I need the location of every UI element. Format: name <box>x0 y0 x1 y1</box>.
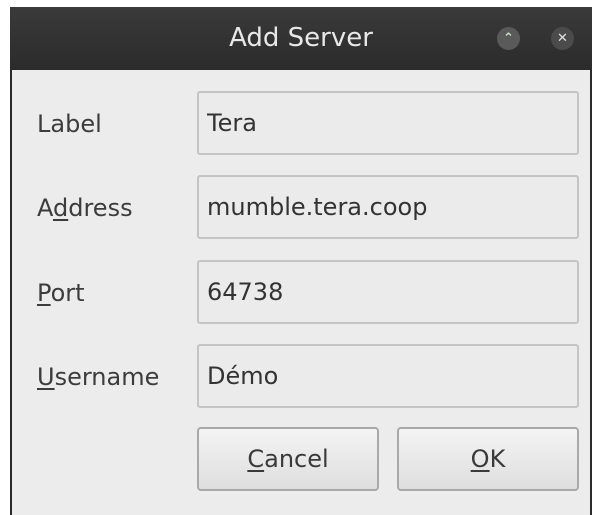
port-input[interactable] <box>197 260 579 324</box>
username-label-mnemonic: U <box>37 363 55 391</box>
label-input[interactable] <box>197 91 579 155</box>
ok-mnemonic: O <box>470 445 490 473</box>
ok-label-suffix: K <box>489 445 506 473</box>
close-icon[interactable]: ✕ <box>551 27 574 50</box>
cancel-label-suffix: ancel <box>264 445 329 473</box>
title-bar[interactable]: Add Server ⌃ ✕ <box>10 7 592 70</box>
port-field-label: Port <box>37 260 85 326</box>
port-label-suffix: ort <box>50 279 85 307</box>
username-input[interactable] <box>197 344 579 408</box>
address-field-label: Address <box>37 175 133 241</box>
cancel-button[interactable]: Cancel <box>197 427 379 491</box>
username-label-suffix: sername <box>54 363 160 391</box>
port-row: Port <box>12 260 594 326</box>
ok-button[interactable]: OK <box>397 427 579 491</box>
username-row: Username <box>12 344 594 410</box>
add-server-dialog: Add Server ⌃ ✕ Label Address Port Userna… <box>10 7 592 515</box>
label-row: Label <box>12 91 594 157</box>
address-label-prefix: A <box>37 194 53 222</box>
address-row: Address <box>12 175 594 241</box>
address-input[interactable] <box>197 175 579 239</box>
label-field-label: Label <box>37 110 102 138</box>
address-label-mnemonic: d <box>53 194 69 222</box>
username-field-label: Username <box>37 344 159 410</box>
chevron-up-icon[interactable]: ⌃ <box>497 27 520 50</box>
port-label-mnemonic: P <box>37 279 51 307</box>
address-label-suffix: dress <box>68 194 133 222</box>
cancel-mnemonic: C <box>247 445 265 473</box>
